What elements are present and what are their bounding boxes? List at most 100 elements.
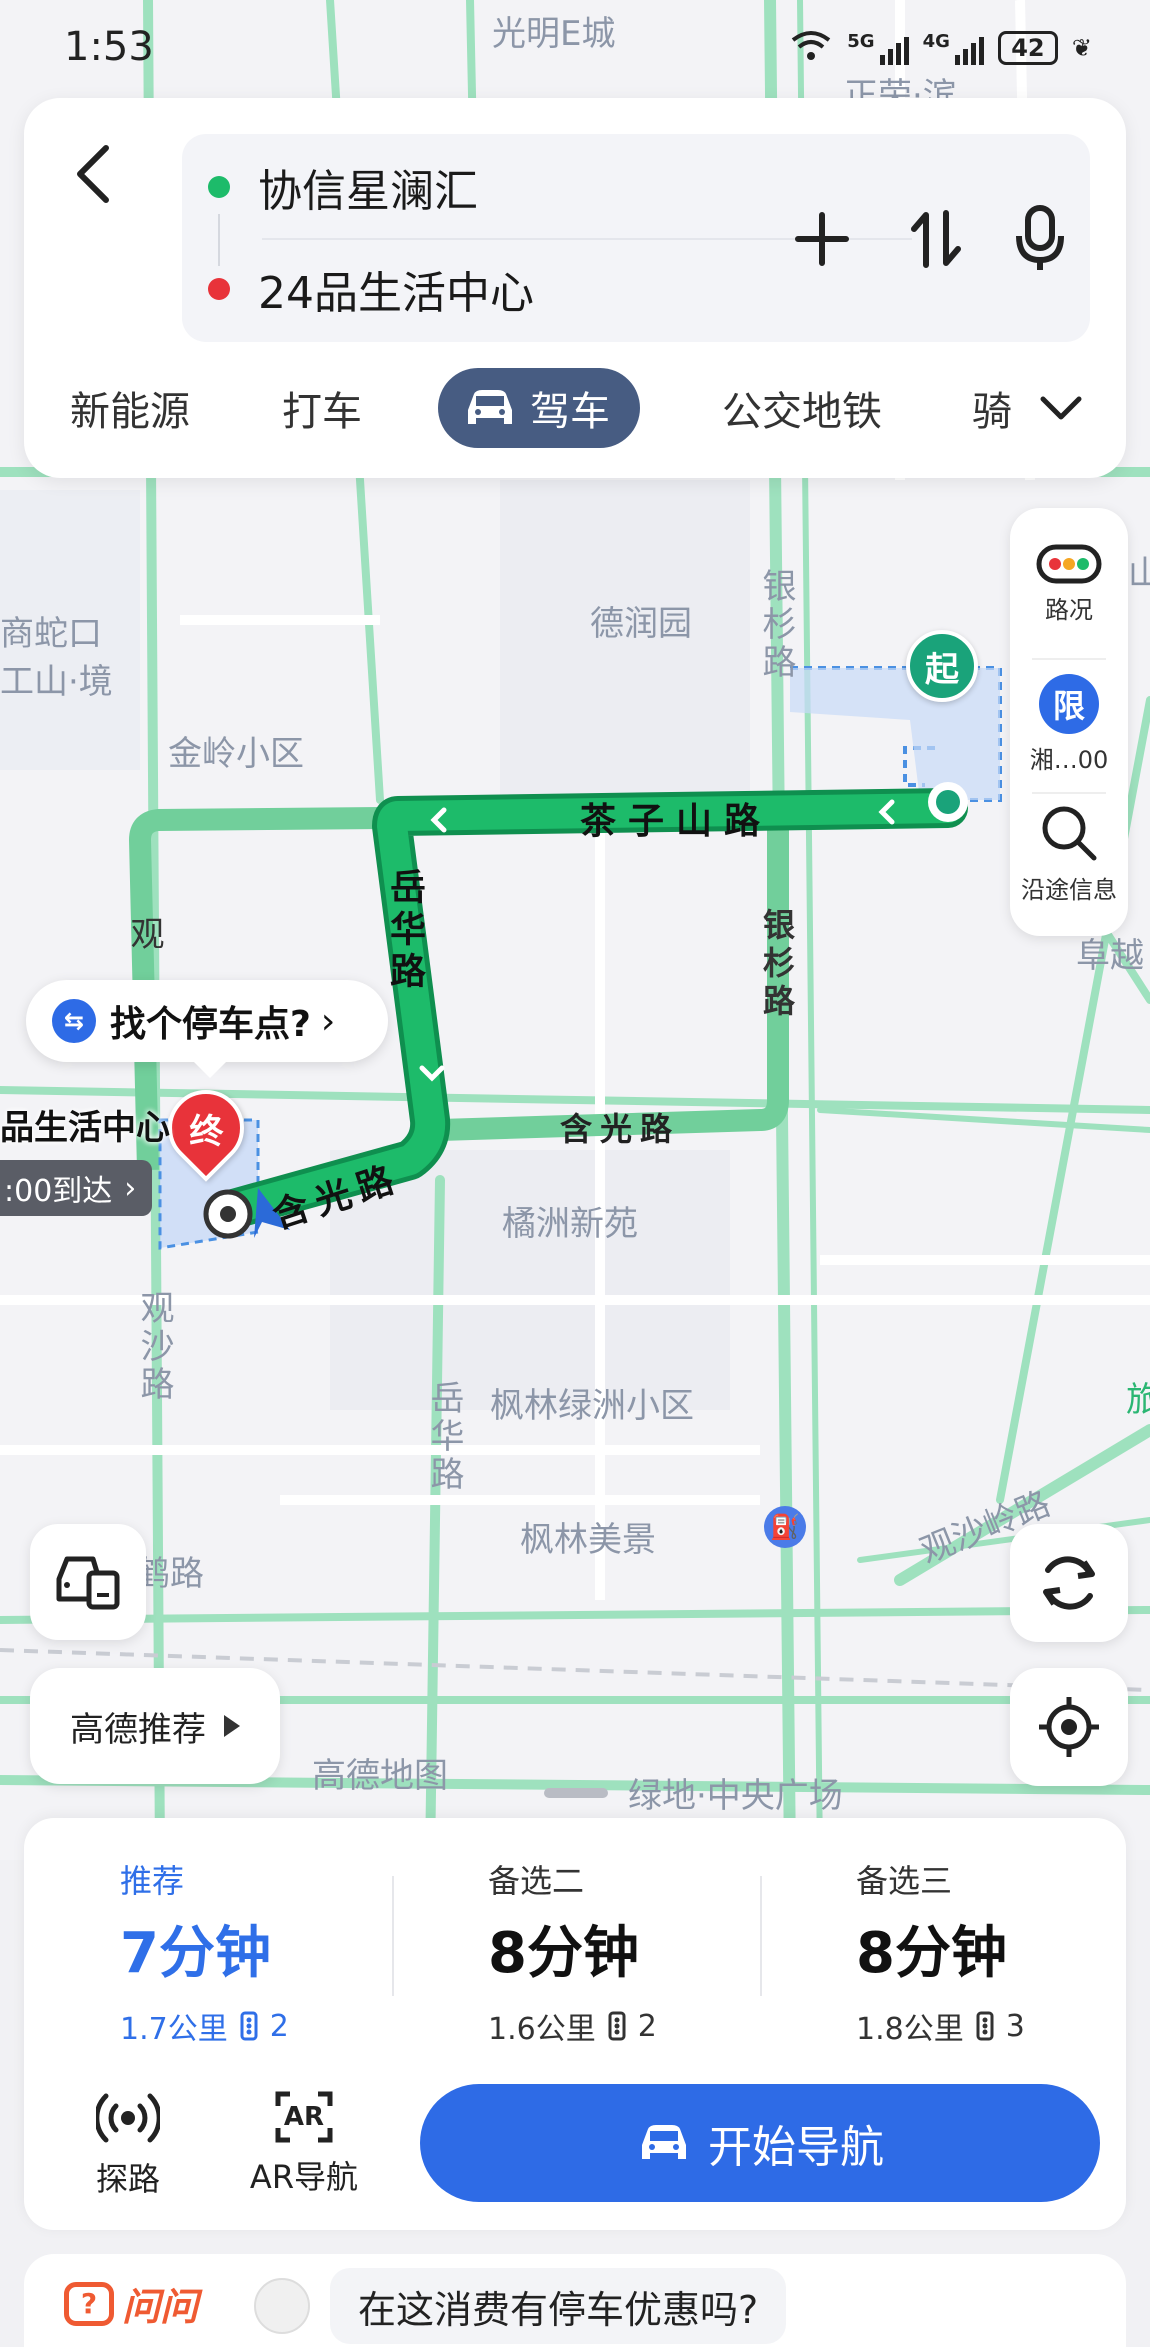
refresh-route-button[interactable] [1010, 1524, 1128, 1642]
ask-panel: ? 问问 在这消费有停车优惠吗? [24, 2254, 1126, 2347]
traffic-light-icon [1036, 544, 1102, 584]
road-label: 含光路 [560, 1110, 681, 1148]
route-meta: 1.6公里 2 [488, 2004, 657, 2048]
start-navigation-button[interactable]: 开始导航 [420, 2084, 1100, 2202]
explore-road-button[interactable]: 探路 [58, 2090, 198, 2210]
back-button[interactable] [64, 138, 134, 218]
origin-text: 协信星澜汇 [258, 166, 478, 217]
destination-field[interactable]: 24品生活中心 [208, 254, 534, 324]
chevron-down-icon [1040, 396, 1082, 420]
car-icon [642, 2125, 686, 2159]
route-option-alt-3[interactable]: 备选三 8分钟 1.8公里 3 [856, 1836, 1150, 2047]
restriction-badge: 限 [1039, 674, 1099, 734]
swap-route-button[interactable] [896, 194, 976, 284]
map-label: 橘洲新苑 [502, 1204, 638, 1244]
origin-field[interactable]: 协信星澜汇 [208, 152, 478, 222]
ar-navigation-button[interactable]: AR AR导航 [234, 2090, 374, 2210]
start-navigation-label: 开始导航 [708, 2122, 884, 2173]
route-option-alt-2[interactable]: 备选二 8分钟 1.6公里 2 [488, 1836, 828, 2047]
more-modes-button[interactable] [1026, 368, 1096, 448]
play-icon [224, 1715, 240, 1737]
locate-icon [1039, 1697, 1099, 1757]
suggested-question[interactable]: 在这消费有停车优惠吗? [330, 2268, 787, 2344]
road-label: 银杉路 [756, 568, 796, 682]
road-label: 茶子山路 [580, 801, 773, 842]
road-label: 观 [124, 916, 164, 954]
along-route-button[interactable]: 沿途信息 [1010, 802, 1128, 905]
status-time: 1:53 [64, 24, 154, 70]
map-label: 商蛇口 [0, 614, 102, 654]
tab-drive[interactable]: 驾车 [438, 368, 640, 448]
traffic-light-icon [976, 2011, 994, 2041]
route-search-card: 协信星澜汇 24品生活中心 新能源 打车 驾车 公交地铁 骑 [24, 98, 1126, 478]
locate-me-button[interactable] [1010, 1668, 1128, 1786]
road-label: 岳华路 [424, 1380, 464, 1494]
road-label: 鹤路 [136, 1554, 204, 1594]
destination-map-label: 品生活中心 [0, 1108, 170, 1148]
route-tag: 备选三 [856, 1862, 953, 1900]
search-icon [1042, 806, 1097, 861]
map-label: 工山·境 [0, 662, 113, 702]
map-label: 枫林绿洲小区 [490, 1386, 694, 1426]
status-bar: 1:53 5G 4G 42 ❦ [0, 0, 1150, 92]
back-icon [77, 145, 109, 203]
map-label: 山 [1128, 554, 1150, 594]
sheet-handle[interactable] [544, 1788, 608, 1798]
route-duration: 8分钟 [488, 1921, 639, 1986]
leaf-icon: ❦ [1071, 34, 1092, 62]
tab-label: 驾车 [530, 389, 610, 435]
divider [760, 1876, 762, 1996]
gas-station-icon[interactable]: ⛽ [764, 1506, 806, 1548]
map-label: 枫林美景 [520, 1520, 656, 1560]
traffic-light-icon [240, 2011, 258, 2041]
restriction-button[interactable]: 限 湘…00 [1010, 674, 1128, 775]
route-tag: 推荐 [120, 1862, 185, 1900]
microphone-icon [1016, 205, 1064, 270]
end-marker-label: 终 [189, 1111, 223, 1152]
route-meta: 1.7公里 2 [120, 2004, 289, 2048]
ar-navigation-label: AR导航 [249, 2158, 359, 2196]
plus-icon [795, 212, 849, 266]
chevron-right-icon: › [124, 1170, 137, 1206]
start-marker[interactable]: 起 [906, 630, 978, 702]
along-route-label: 沿途信息 [1021, 876, 1117, 904]
traffic-light-icon [608, 2011, 626, 2041]
route-duration: 7分钟 [120, 1921, 271, 1986]
route-distance: 1.7公里 [120, 2012, 228, 2047]
ar-icon: AR [274, 2090, 334, 2144]
cellular-signal-icon: 4G [923, 31, 984, 65]
vehicle-button[interactable] [30, 1524, 146, 1640]
refresh-icon [1043, 1556, 1095, 1610]
signal-type-label: 5G [847, 31, 875, 52]
destination-dot-icon [208, 278, 230, 300]
battery-icon: 42 [997, 31, 1058, 65]
arrival-time-tag[interactable]: :00到达 › [0, 1160, 153, 1216]
restriction-badge-label: 限 [1052, 687, 1085, 725]
destination-text: 24品生活中心 [258, 268, 534, 319]
map-label: 旅 [1126, 1380, 1150, 1420]
route-lights: 3 [1005, 2008, 1025, 2044]
tab-label: 新能源 [70, 389, 190, 435]
gaode-recommend-button[interactable]: 高德推荐 [30, 1668, 280, 1784]
car-icon [468, 390, 512, 424]
tab-taxi[interactable]: 打车 [282, 368, 362, 448]
route-lights: 2 [269, 2008, 289, 2044]
tab-cycling[interactable]: 骑 [972, 368, 1012, 448]
tab-transit[interactable]: 公交地铁 [722, 368, 882, 448]
explore-road-label: 探路 [95, 2160, 160, 2198]
voice-input-button[interactable] [1000, 194, 1080, 284]
route-option-recommended[interactable]: 推荐 7分钟 1.7公里 2 [120, 1836, 460, 2047]
find-parking-label: 找个停车点? [110, 1004, 311, 1045]
suggested-question-text: 在这消费有停车优惠吗? [358, 2287, 759, 2332]
add-waypoint-button[interactable] [782, 194, 862, 284]
ask-logo[interactable]: ? 问问 [64, 2276, 198, 2331]
swap-icon [911, 210, 961, 268]
route-distance: 1.8公里 [856, 2012, 964, 2047]
map-side-controls: 路况 限 湘…00 沿途信息 [1010, 508, 1128, 936]
transport-mode-tabs: 新能源 打车 驾车 公交地铁 骑 [24, 368, 1126, 458]
vehicle-icon [56, 1556, 120, 1610]
find-parking-button[interactable]: ⇆ 找个停车点? › [26, 980, 388, 1078]
map-label: 绿地·中央广场 [628, 1776, 843, 1816]
traffic-button[interactable]: 路况 [1010, 544, 1128, 625]
tab-new-energy[interactable]: 新能源 [70, 368, 190, 448]
